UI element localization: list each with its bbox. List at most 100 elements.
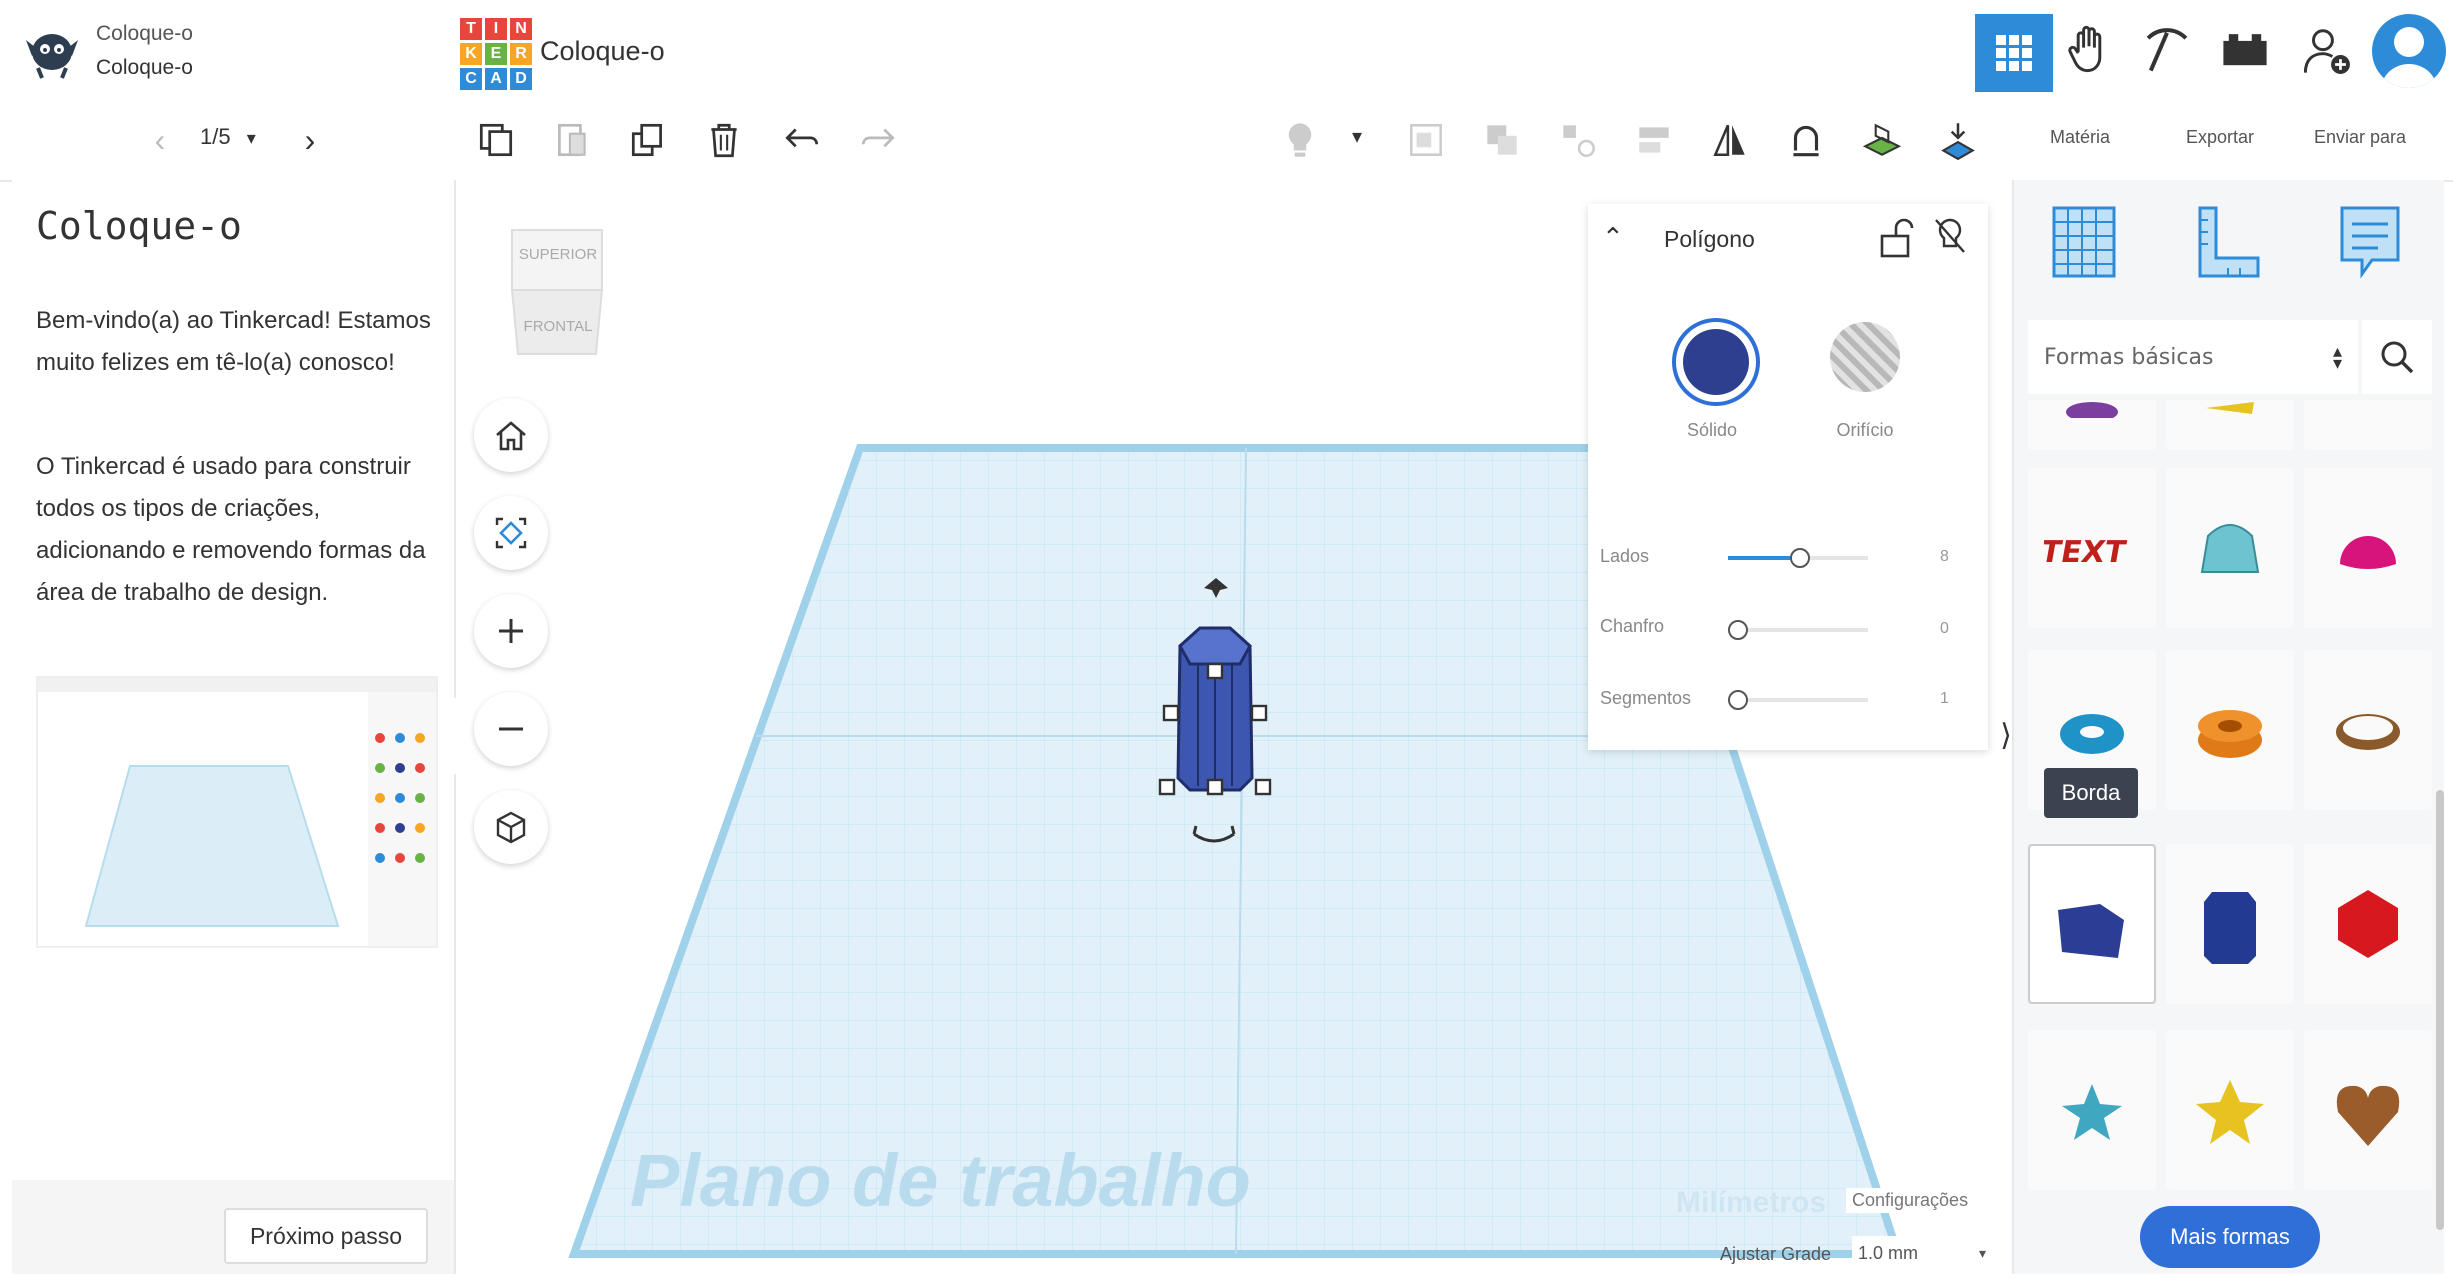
light-dropdown-icon[interactable]: ▾ [1352,124,1362,149]
lesson-title: Coloque-o [36,204,242,248]
chevron-down-icon: ▾ [1978,1244,1986,1261]
redo-icon [861,128,895,148]
add-user-icon[interactable] [2300,24,2360,84]
view-cube[interactable] [504,222,610,362]
align-button[interactable] [1548,110,1608,170]
param-label-sides: Lados [1600,546,1650,566]
bevel-slider-handle[interactable] [1728,620,1748,640]
solid-button[interactable] [1672,318,1760,406]
bevel-slider[interactable] [1728,620,1868,640]
delete-button[interactable] [694,110,754,170]
duplicate-button[interactable] [618,110,678,170]
workplane-button[interactable] [1852,110,1912,170]
duplicate-icon [631,123,662,157]
paste-button[interactable] [542,110,602,170]
units-label: Milímetros [1676,1186,1827,1219]
fit-view-icon [495,517,527,549]
shape-icosahedron[interactable] [2304,844,2432,1004]
shape-star-yellow[interactable] [2166,1030,2294,1190]
logo-letter: R [510,43,532,65]
more-shapes-button[interactable]: Mais formas [2140,1206,2320,1268]
send-to-tab[interactable]: Enviar para [2314,127,2406,148]
sides-value[interactable]: 8 [1940,548,1949,566]
cruise-button[interactable] [1776,110,1836,170]
sides-slider-fill [1728,556,1798,560]
undo-button[interactable] [772,110,832,170]
snap-grid-select[interactable]: 1.0 mm ▾ [1852,1236,1992,1270]
shapes-scrollbar[interactable] [2436,790,2444,1230]
bricks-icon[interactable] [2218,22,2278,82]
logo-letter: E [485,43,507,65]
hand-icon[interactable] [2062,22,2122,82]
snap-grid-value: 1.0 mm [1858,1242,1919,1263]
mirror-button[interactable] [1700,110,1760,170]
sides-slider[interactable] [1728,548,1868,568]
note-icon [2340,206,2400,279]
pickaxe-icon[interactable] [2140,22,2200,82]
ungroup-button[interactable] [1472,110,1532,170]
group-button[interactable] [1396,110,1456,170]
shape-partial-empty[interactable] [2304,400,2432,450]
shape-roof[interactable] [2166,468,2294,628]
segments-slider[interactable] [1728,690,1868,710]
export-tab[interactable]: Exportar [2186,127,2254,148]
shape-half-sphere[interactable] [2304,468,2432,628]
zoom-in-button[interactable] [474,594,548,668]
user-logo-icon[interactable] [20,22,84,82]
next-step-button[interactable]: Próximo passo [224,1208,428,1264]
home-view-button[interactable] [474,398,548,472]
ruler-tool-button[interactable] [2190,200,2266,284]
shape-ring[interactable] [2304,650,2432,810]
shape-heart[interactable] [2304,1030,2432,1190]
shape-tube[interactable] [2166,650,2294,810]
selected-polygon-shape[interactable] [1140,568,1290,858]
shape-hexagonal-prism[interactable] [2166,844,2294,1004]
sides-slider-handle[interactable] [1790,548,1810,568]
shape-star-teal[interactable] [2028,1030,2156,1190]
shape-category-select[interactable]: Formas básicas ▴ ▾ [2028,320,2358,394]
segments-slider-handle[interactable] [1728,690,1748,710]
copy-button[interactable] [466,110,526,170]
shape-partial-purple[interactable] [2028,400,2156,450]
lesson-page-indicator[interactable]: 1/5 ▾ [200,124,256,150]
next-step-arrow-button[interactable]: › [290,120,330,160]
user-name-line2: Coloque-o [96,56,193,79]
shape-inspector [1588,204,1988,750]
shape-polygon-selected[interactable] [2028,844,2156,1004]
redo-button[interactable] [848,110,908,170]
bevel-value[interactable]: 0 [1940,620,1949,638]
grid-view-button[interactable] [1975,14,2053,92]
inspector-title: Polígono [1664,226,1755,252]
zoom-out-button[interactable] [474,692,548,766]
fit-view-button[interactable] [474,496,548,570]
grid-icon [1996,35,2032,71]
workplane-label: Plano de trabalho [630,1139,1251,1222]
lock-icon[interactable] [1876,216,1916,260]
magnet-icon [1793,125,1819,157]
lesson-paragraph-2: O Tinkercad é usado para construir todos… [36,453,426,606]
design-title[interactable]: Coloque-o [540,36,665,67]
notes-tool-button[interactable] [2332,200,2408,284]
user-avatar[interactable] [2372,14,2446,88]
distribute-button[interactable] [1624,110,1684,170]
workplane-tool-button[interactable] [2046,200,2122,284]
settings-link[interactable]: Configurações [1846,1188,1975,1213]
shape-partial-yellow[interactable] [2166,400,2294,450]
hide-light-icon[interactable] [1930,214,1970,258]
tinkercad-logo[interactable]: T I N K E R C A D [460,18,532,90]
shape-text[interactable]: TEXT [2028,468,2156,628]
prev-step-button[interactable]: ‹ [140,120,180,160]
import-tab[interactable]: Matéria [2050,127,2110,148]
search-button[interactable] [2362,320,2432,394]
collapse-inspector-icon[interactable]: ⌃ [1602,222,1624,253]
view-cube-front-face[interactable]: FRONTAL [514,318,602,335]
paste-icon [558,123,586,157]
ruler-drop-button[interactable] [1928,110,1988,170]
hole-button[interactable] [1830,322,1900,392]
segments-value[interactable]: 1 [1940,690,1949,708]
view-cube-top-face[interactable]: SUPERIOR [514,246,602,263]
light-button[interactable] [1270,110,1330,170]
logo-letter: K [460,43,482,65]
logo-letter: C [460,68,482,90]
perspective-button[interactable] [474,790,548,864]
